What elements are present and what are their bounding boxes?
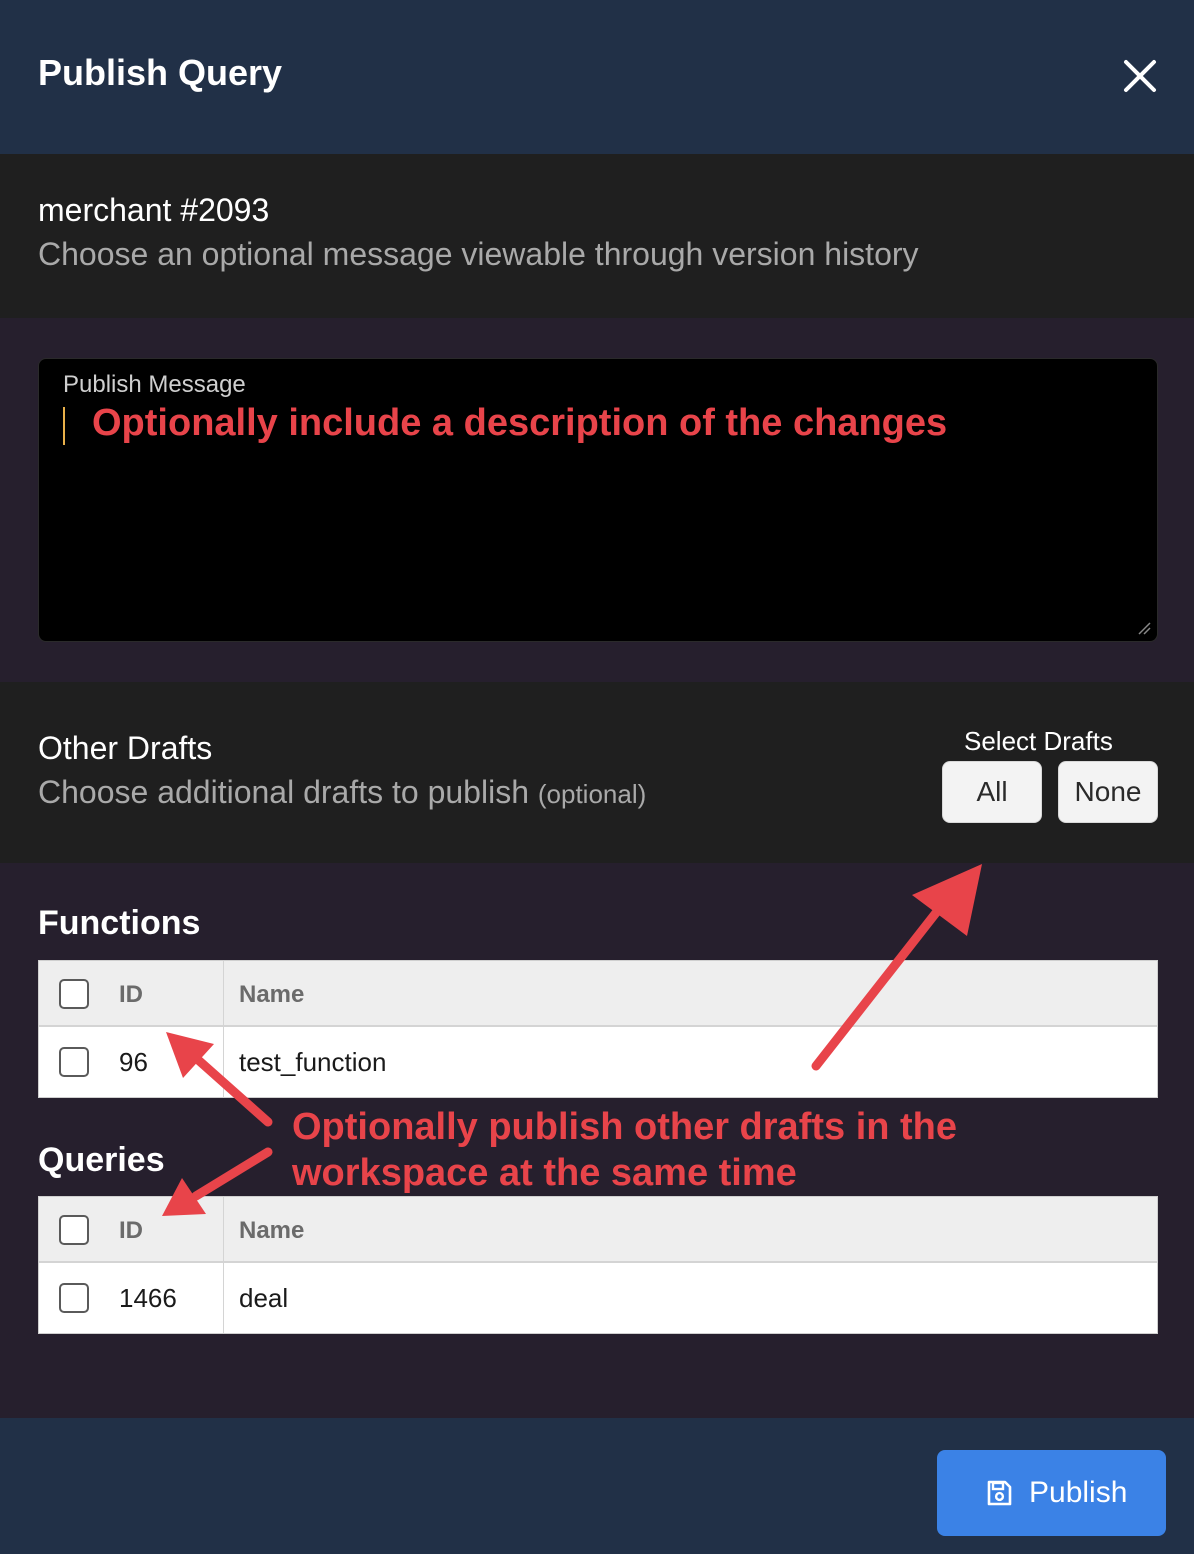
select-none-button[interactable]: None	[1058, 761, 1158, 823]
dialog-header: Publish Query	[0, 0, 1194, 154]
table-row[interactable]: 96 test_function	[39, 1027, 1157, 1097]
table-header: ID Name	[39, 961, 1157, 1027]
other-drafts-title: Other Drafts	[38, 730, 213, 766]
query-name: merchant #2093	[38, 192, 270, 228]
publish-button-label: Publish	[1029, 1476, 1128, 1509]
functions-title: Functions	[38, 904, 201, 942]
row-name: deal	[239, 1283, 289, 1313]
save-icon	[987, 1480, 1012, 1506]
query-hint: Choose an optional message viewable thro…	[38, 236, 919, 272]
optional-tag: (optional)	[537, 779, 647, 809]
query-info-panel: merchant #2093 Choose an optional messag…	[0, 154, 1194, 318]
column-divider	[223, 1027, 224, 1097]
row-checkbox[interactable]	[59, 1047, 89, 1077]
column-header-id[interactable]: ID	[119, 981, 143, 1009]
queries-title: Queries	[38, 1141, 165, 1179]
publish-message-label: Publish Message	[63, 371, 246, 398]
message-section: Publish Message	[0, 318, 1194, 682]
functions-table: ID Name 96 test_function	[38, 960, 1158, 1098]
resize-grip-icon[interactable]	[1137, 621, 1151, 635]
drafts-annotation-line1: Optionally publish other drafts in the	[292, 1106, 958, 1148]
row-id: 96	[119, 1047, 148, 1077]
column-header-name[interactable]: Name	[239, 1217, 304, 1245]
dialog-footer: Publish	[0, 1418, 1194, 1554]
other-drafts-hint: Choose additional drafts to publish (opt…	[38, 774, 646, 811]
select-all-functions-checkbox[interactable]	[59, 979, 89, 1009]
row-id: 1466	[119, 1283, 177, 1313]
column-divider	[223, 961, 224, 1025]
select-all-queries-checkbox[interactable]	[59, 1215, 89, 1245]
table-row[interactable]: 1466 deal	[39, 1263, 1157, 1333]
select-all-button[interactable]: All	[942, 761, 1042, 823]
column-divider	[223, 1263, 224, 1333]
column-header-id[interactable]: ID	[119, 1217, 143, 1245]
drafts-annotation-line2: workspace at the same time	[292, 1152, 797, 1194]
column-header-name[interactable]: Name	[239, 981, 304, 1009]
dialog-title: Publish Query	[38, 52, 283, 93]
select-drafts-label: Select Drafts	[964, 726, 1113, 756]
other-drafts-hint-text: Choose additional drafts to publish	[38, 774, 529, 810]
text-caret	[63, 407, 65, 445]
queries-table: ID Name 1466 deal	[38, 1196, 1158, 1334]
row-name: test_function	[239, 1047, 387, 1077]
close-button[interactable]	[1118, 54, 1162, 98]
message-annotation: Optionally include a description of the …	[92, 402, 948, 444]
publish-button[interactable]: Publish	[937, 1450, 1166, 1536]
other-drafts-panel: Other Drafts Choose additional drafts to…	[0, 682, 1194, 863]
column-divider	[223, 1197, 224, 1261]
row-checkbox[interactable]	[59, 1283, 89, 1313]
close-icon	[1124, 60, 1156, 92]
table-header: ID Name	[39, 1197, 1157, 1263]
